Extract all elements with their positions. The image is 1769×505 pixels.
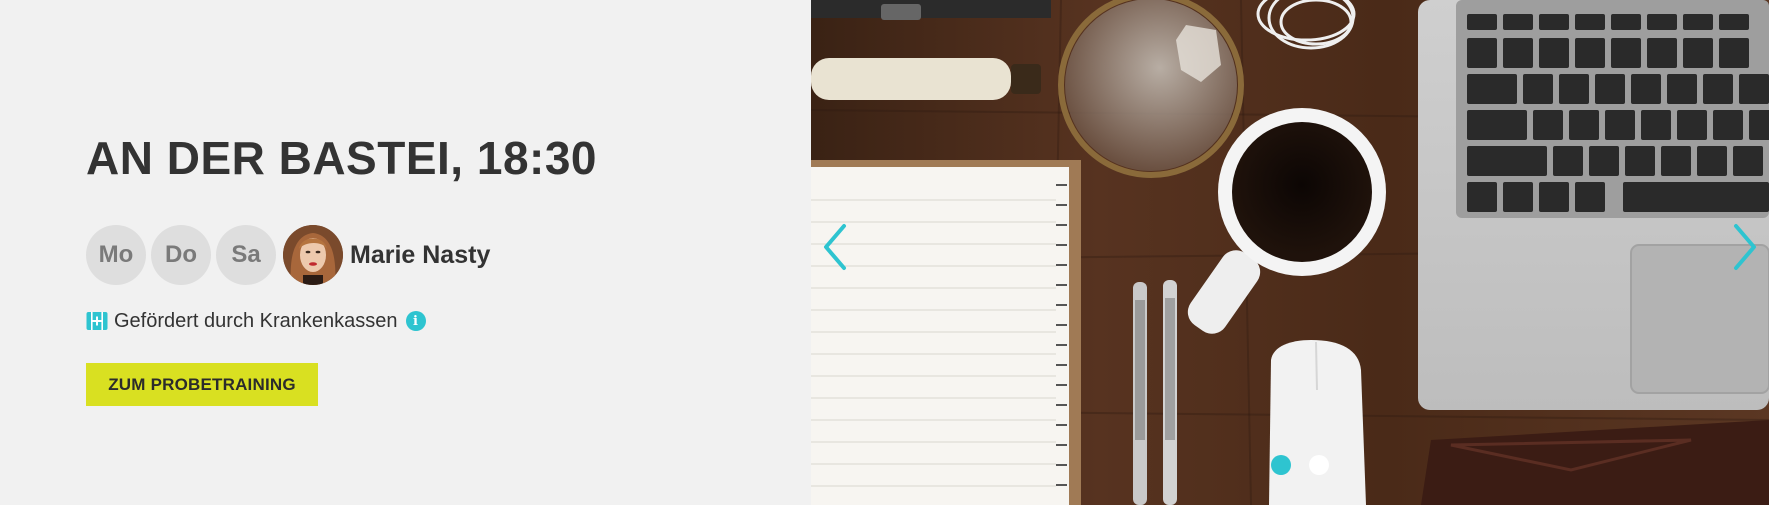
course-meta-row: Mo Do Sa Marie Nasty [86, 224, 490, 286]
funding-info: Gefördert durch Krankenkassen i [86, 309, 426, 333]
slide-image-desk [811, 0, 1769, 505]
course-card: AN DER BASTEI, 18:30 Mo Do Sa Marie Nast… [0, 0, 1769, 505]
chevron-right-icon [1734, 224, 1756, 270]
funding-text: Gefördert durch Krankenkassen [114, 309, 398, 332]
trainer-name: Marie Nasty [350, 240, 491, 269]
slider-dot-1[interactable] [1271, 455, 1291, 475]
day-chip-thursday: Do [151, 225, 211, 285]
day-chip-monday: Mo [86, 225, 146, 285]
course-title: AN DER BASTEI, 18:30 [86, 132, 598, 184]
trial-training-button[interactable]: ZUM PROBETRAINING [86, 363, 318, 406]
trainer-avatar [283, 225, 343, 285]
slider-prev-button[interactable] [817, 222, 853, 272]
course-info-panel: AN DER BASTEI, 18:30 Mo Do Sa Marie Nast… [0, 0, 811, 505]
slider-next-button[interactable] [1727, 222, 1763, 272]
info-icon[interactable]: i [405, 311, 426, 331]
slider-pagination [811, 455, 1769, 475]
trainer-portrait [283, 225, 343, 285]
day-chip-saturday: Sa [216, 225, 276, 285]
chevron-left-icon [824, 224, 846, 270]
slider-dot-2[interactable] [1309, 455, 1329, 475]
image-slider [811, 0, 1769, 505]
health-insurance-icon [86, 311, 108, 331]
